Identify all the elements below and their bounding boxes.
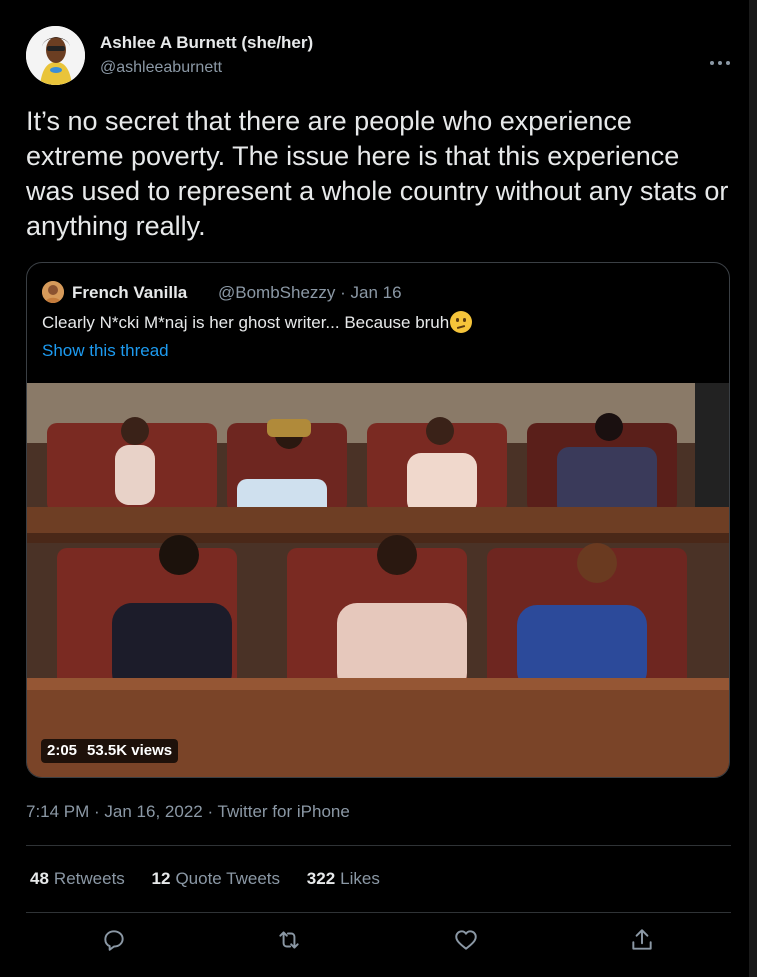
more-horizontal-icon[interactable] — [709, 56, 731, 74]
video-player[interactable]: 2:05 53.5K views — [27, 383, 729, 777]
author-handle[interactable]: @ashleeaburnett — [100, 59, 222, 77]
quote-tweets-label: Quote Tweets — [175, 869, 281, 888]
retweets-stat[interactable]: 48 Retweets — [30, 869, 125, 888]
quoted-author-name: French Vanilla — [72, 283, 188, 302]
video-thumbnail — [27, 383, 729, 777]
quoted-tweet[interactable]: French Vanilla @BombShezzy · Jan 16 Clea… — [26, 262, 730, 778]
tweet-detail: Ashlee A Burnett (she/her) @ashleeaburne… — [0, 0, 749, 977]
retweets-label: Retweets — [53, 869, 125, 888]
like-icon[interactable] — [453, 927, 481, 955]
author-avatar[interactable] — [26, 26, 85, 85]
video-duration: 2:05 — [47, 742, 78, 759]
tweet-timestamp[interactable]: 7:14 PM · Jan 16, 2022 · Twitter for iPh… — [26, 802, 350, 822]
quoted-date: Jan 16 — [350, 283, 402, 302]
quote-tweets-stat[interactable]: 12 Quote Tweets — [152, 869, 281, 888]
quote-tweets-count: 12 — [151, 869, 171, 888]
quoted-tweet-text: Clearly N*cki M*naj is her ghost writer.… — [42, 311, 473, 333]
retweet-icon[interactable] — [276, 927, 304, 955]
reply-icon[interactable] — [101, 927, 129, 955]
retweets-count: 48 — [30, 869, 49, 888]
divider — [26, 845, 731, 846]
author-photo — [26, 26, 85, 85]
author-name[interactable]: Ashlee A Burnett (she/her) — [100, 33, 313, 53]
confused-face-emoji-icon — [450, 311, 473, 333]
quoted-author-handle: @BombShezzy — [218, 283, 336, 302]
tweet-author: Ashlee A Burnett (she/her) @ashleeaburne… — [26, 26, 730, 90]
window-edge — [749, 0, 757, 977]
video-stats-badge: 2:05 53.5K views — [41, 739, 179, 763]
divider — [26, 912, 731, 913]
tweet-text: It’s no secret that there are people who… — [26, 106, 729, 241]
share-icon[interactable] — [629, 927, 657, 955]
likes-stat[interactable]: 322 Likes — [307, 869, 380, 888]
quoted-text-body: Clearly N*cki M*naj is her ghost writer.… — [42, 313, 450, 332]
show-thread-link[interactable]: Show this thread — [42, 341, 169, 361]
tweet-actions — [26, 917, 731, 967]
quoted-author-meta: @BombShezzy · Jan 16 — [218, 283, 402, 302]
likes-count: 322 — [306, 869, 336, 888]
likes-label: Likes — [340, 869, 380, 888]
tweet-stats: 48 Retweets 12 Quote Tweets 322 Likes — [30, 869, 402, 889]
video-views: 53.5K views — [87, 742, 173, 759]
quoted-author-avatar — [42, 281, 64, 303]
